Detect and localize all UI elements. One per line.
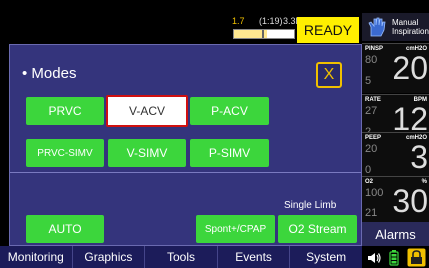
monitor-high-limit: 27	[365, 105, 378, 117]
pressure-value: 1.7	[232, 16, 245, 26]
mode-p-acv-button[interactable]: P-ACV	[190, 97, 269, 125]
o2-stream-label: O2 Stream	[288, 222, 347, 236]
monitor-name: O2	[365, 179, 374, 185]
nav-events[interactable]: Events	[218, 246, 291, 268]
monitor-high-limit: 20	[365, 143, 378, 155]
nav-monitoring[interactable]: Monitoring	[0, 246, 73, 268]
monitor-high-limit: 100	[365, 187, 384, 199]
pressure-bar	[233, 29, 295, 39]
mode-p-simv-button[interactable]: P-SIMV	[190, 139, 269, 167]
bottom-nav: Monitoring Graphics Tools Events System	[0, 246, 362, 268]
pressure-bar-marker	[262, 30, 264, 38]
divider	[10, 172, 361, 173]
dialog-title: • Modes	[22, 65, 77, 82]
mode-v-simv-button[interactable]: V-SIMV	[108, 139, 186, 167]
mode-prvc-button[interactable]: PRVC	[26, 97, 104, 125]
status-bar: 1.7 (1:19) 3.3E READY	[0, 0, 360, 44]
monitor-low-limit: 5	[365, 75, 372, 87]
right-panel: Manual Inspiration PINSP cmH2O 80 5 20 R…	[362, 0, 429, 268]
monitor-peep[interactable]: PEEP cmH2O 20 0 3	[362, 132, 429, 182]
monitor-value: 30	[392, 183, 428, 219]
monitor-value: 3	[410, 139, 428, 175]
monitor-pinsp[interactable]: PINSP cmH2O 80 5 20	[362, 43, 429, 93]
manual-inspiration-button[interactable]: Manual Inspiration	[362, 13, 429, 41]
monitor-name: PINSP	[365, 46, 384, 52]
lock-icon[interactable]	[407, 248, 426, 267]
mode-prvc-simv-button[interactable]: PRVC-SIMV	[26, 139, 104, 167]
status-icons	[362, 247, 429, 268]
speaker-icon[interactable]	[367, 252, 381, 264]
mode-v-acv-button[interactable]: V-ACV	[106, 95, 188, 127]
close-button[interactable]: X	[316, 62, 342, 88]
single-limb-label: Single Limb	[284, 200, 337, 211]
ready-button[interactable]: READY	[297, 17, 359, 43]
monitor-low-limit: 0	[365, 164, 372, 176]
monitor-value: 20	[392, 50, 428, 86]
alarms-button[interactable]: Alarms	[362, 222, 429, 246]
hand-icon	[368, 17, 386, 37]
monitor-name: PEEP	[365, 135, 382, 141]
modes-dialog: • Modes X PRVC V-ACV P-ACV PRVC-SIMV V-S…	[9, 44, 362, 246]
nav-graphics[interactable]: Graphics	[73, 246, 146, 268]
battery-icon	[389, 250, 399, 266]
breath-time: (1:19)	[259, 16, 283, 26]
nav-tools[interactable]: Tools	[145, 246, 218, 268]
monitor-name: RATE	[365, 97, 381, 103]
monitor-high-limit: 80	[365, 54, 378, 66]
manual-inspiration-label: Manual Inspiration	[392, 18, 429, 36]
spont-cpap-button[interactable]: Spont+/CPAP	[196, 215, 275, 243]
monitor-o2[interactable]: O2 % 100 21 30	[362, 176, 429, 222]
o2-stream-button[interactable]: O2 Stream	[278, 215, 357, 243]
auto-button[interactable]: AUTO	[26, 215, 104, 243]
nav-system[interactable]: System	[290, 246, 362, 268]
monitor-low-limit: 21	[365, 207, 378, 219]
